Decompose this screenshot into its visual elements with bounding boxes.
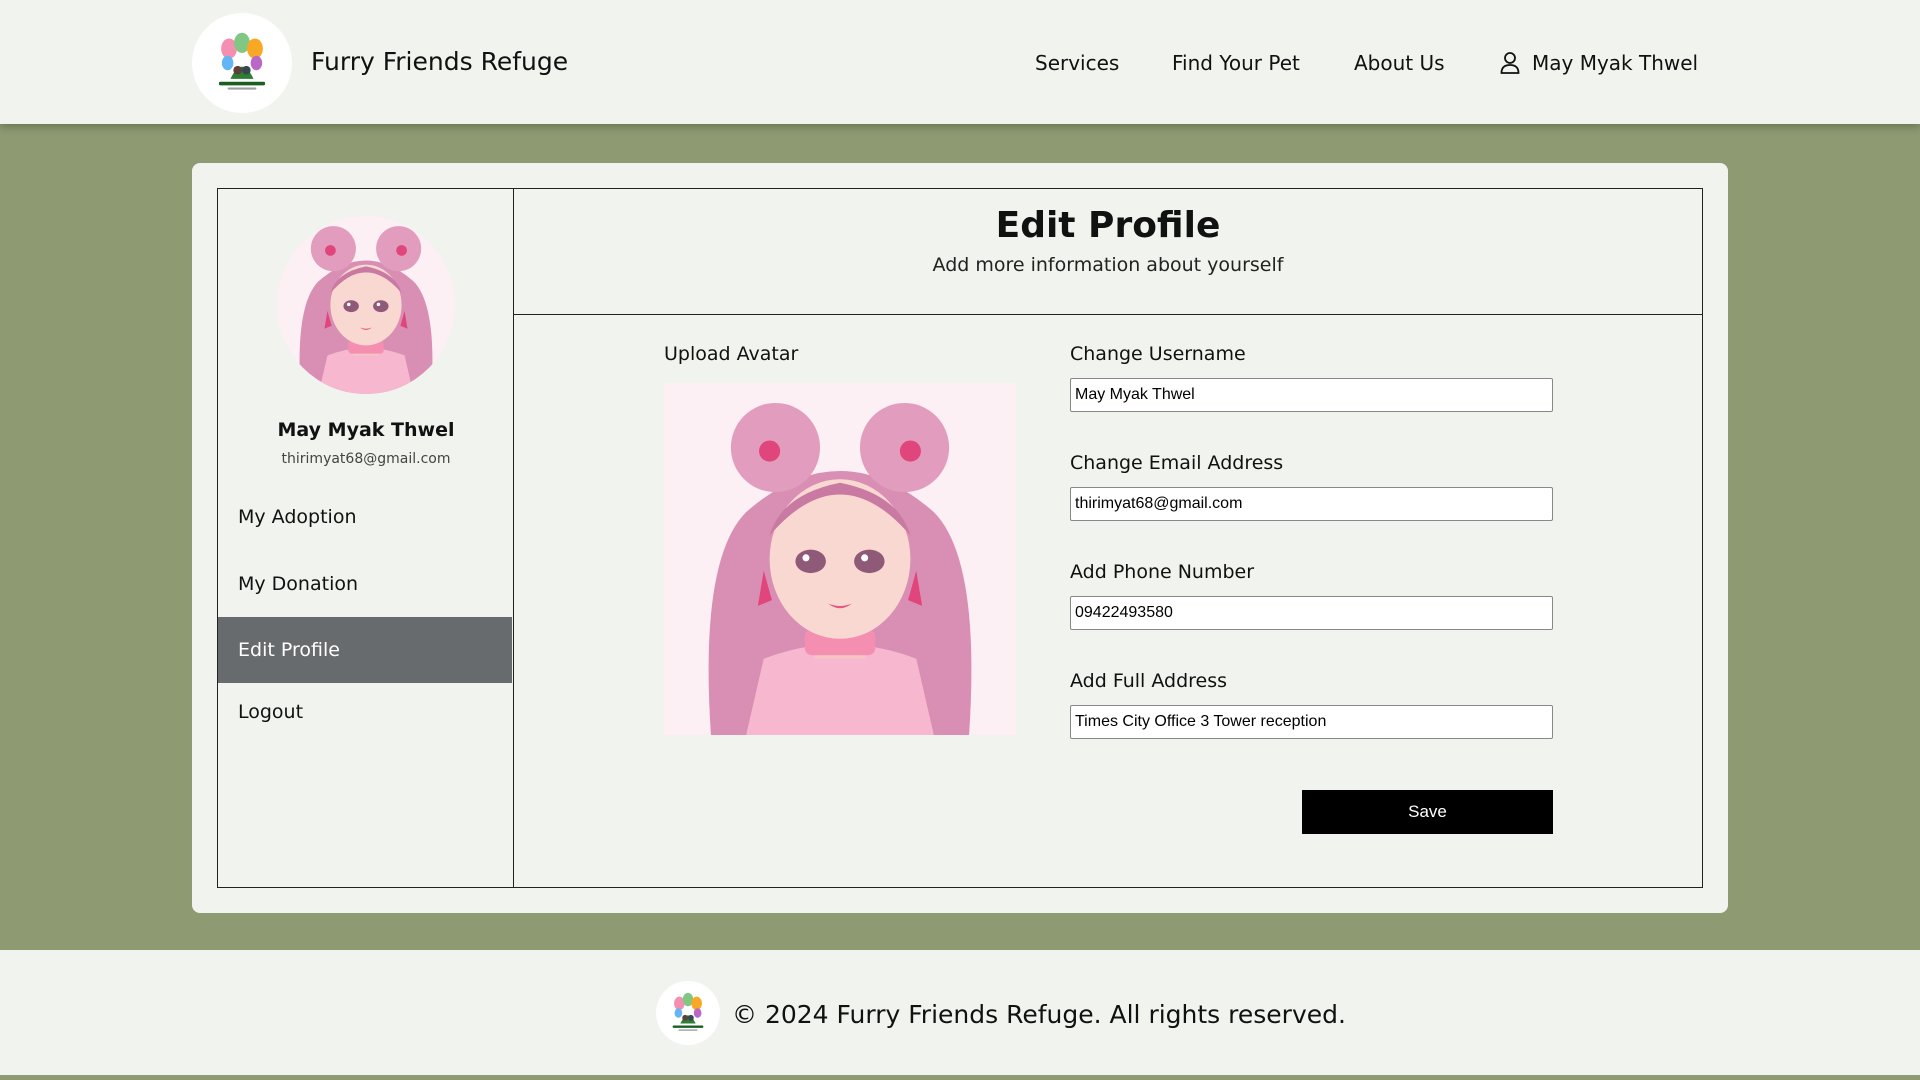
save-button[interactable]: Save bbox=[1302, 790, 1553, 834]
user-menu[interactable]: May Myak Thwel bbox=[1500, 51, 1698, 75]
sidebar-item-edit-profile[interactable]: Edit Profile bbox=[218, 617, 512, 683]
paw-logo-icon bbox=[664, 989, 712, 1037]
sidebar-item-my-donation[interactable]: My Donation bbox=[218, 551, 512, 617]
page-title: Edit Profile bbox=[995, 205, 1221, 246]
profile-sidebar: May Myak Thwel thirimyat68@gmail.com My … bbox=[218, 189, 514, 887]
brand-logo[interactable] bbox=[192, 13, 292, 113]
upload-avatar-label: Upload Avatar bbox=[664, 343, 799, 365]
sidebar-item-logout[interactable]: Logout bbox=[218, 679, 512, 745]
sidebar-user-email: thirimyat68@gmail.com bbox=[281, 451, 451, 467]
address-label: Add Full Address bbox=[1070, 670, 1228, 692]
phone-label: Add Phone Number bbox=[1070, 561, 1255, 583]
avatar-image bbox=[277, 216, 455, 394]
user-menu-name: May Myak Thwel bbox=[1532, 51, 1699, 75]
user-icon bbox=[1500, 52, 1520, 74]
edit-profile-header: Edit Profile Add more information about … bbox=[514, 189, 1702, 315]
footer-copyright: © 2024 Furry Friends Refuge. All rights … bbox=[732, 1000, 1346, 1029]
edit-profile-panel: Edit Profile Add more information about … bbox=[514, 189, 1702, 887]
profile-frame: May Myak Thwel thirimyat68@gmail.com My … bbox=[217, 188, 1703, 888]
email-label: Change Email Address bbox=[1070, 452, 1284, 474]
username-input[interactable] bbox=[1070, 378, 1553, 412]
email-input[interactable] bbox=[1070, 487, 1553, 521]
sidebar-avatar bbox=[277, 216, 455, 394]
avatar-preview-image bbox=[664, 382, 1016, 736]
nav-find-your-pet[interactable]: Find Your Pet bbox=[1172, 51, 1300, 75]
phone-input[interactable] bbox=[1070, 596, 1553, 630]
brand-name[interactable]: Furry Friends Refuge bbox=[311, 47, 568, 76]
address-input[interactable] bbox=[1070, 705, 1553, 739]
footer-logo bbox=[656, 981, 720, 1045]
nav-services[interactable]: Services bbox=[1035, 51, 1119, 75]
top-navbar: Furry Friends Refuge Services Find Your … bbox=[0, 0, 1920, 124]
page-subtitle: Add more information about yourself bbox=[932, 254, 1284, 276]
upload-avatar-area[interactable] bbox=[664, 382, 1016, 736]
sidebar-user-name: May Myak Thwel bbox=[277, 419, 455, 441]
nav-about-us[interactable]: About Us bbox=[1354, 51, 1445, 75]
paw-logo-icon bbox=[206, 27, 278, 99]
sidebar-item-my-adoption[interactable]: My Adoption bbox=[218, 484, 512, 550]
username-label: Change Username bbox=[1070, 343, 1246, 365]
